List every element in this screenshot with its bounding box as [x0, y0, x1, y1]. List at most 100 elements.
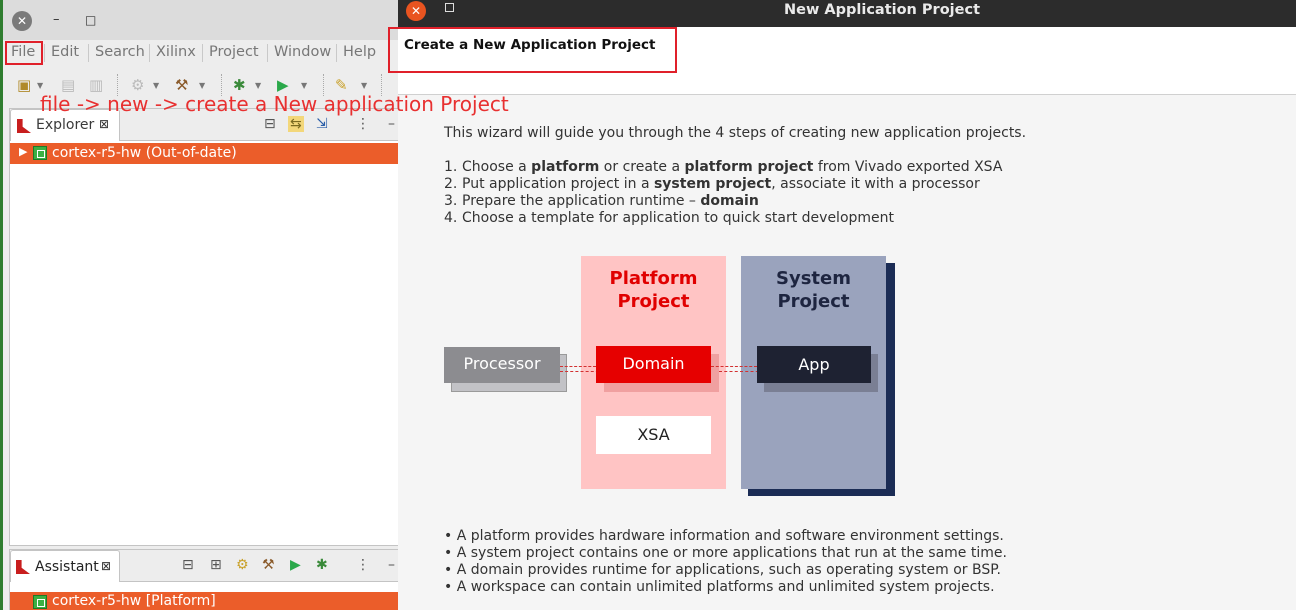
chevron-down-icon[interactable]: ▼: [199, 81, 205, 90]
chevron-down-icon[interactable]: ▼: [255, 81, 261, 90]
explorer-icon: [17, 119, 31, 133]
step-item: 3. Prepare the application runtime – doma…: [444, 193, 1002, 210]
step-number: 2.: [444, 176, 458, 192]
expand-all-icon[interactable]: ⊞: [210, 557, 222, 573]
menubar: File Edit Search Xilinx Project Window H…: [3, 40, 398, 66]
tree-item-label: cortex-r5-hw (Out-of-date): [52, 145, 237, 161]
connector-line: [560, 366, 596, 367]
bullet-item: • A domain provides runtime for applicat…: [444, 562, 1001, 578]
settings-gear-icon[interactable]: ⚙: [236, 557, 249, 573]
new-icon[interactable]: ▣: [17, 76, 31, 94]
minimize-view-icon[interactable]: –: [388, 557, 395, 573]
collapse-all-icon[interactable]: ⊟: [264, 116, 276, 132]
system-project-title-line: System: [776, 268, 851, 289]
step-number: 3.: [444, 193, 458, 209]
menu-search[interactable]: Search: [95, 44, 145, 60]
menu-separator: [149, 44, 150, 62]
platform-project-title-line: Platform: [609, 268, 698, 289]
tree-item-label: cortex-r5-hw [Platform]: [52, 593, 216, 609]
assistant-icon: [16, 560, 30, 574]
step-text: , associate it with a processor: [771, 176, 980, 192]
step-bold: domain: [700, 193, 759, 209]
step-number: 4.: [444, 210, 458, 226]
step-text: Prepare the application runtime –: [462, 193, 701, 209]
view-menu-icon[interactable]: ⋮: [356, 116, 370, 132]
assistant-panel: Assistant ⊠ ⊟ ⊞ ⚙ ⚒ ▶ ✱ ⋮ – cortex-r5-hw…: [9, 549, 401, 610]
ide-titlebar: ✕ – □: [3, 0, 398, 40]
chevron-down-icon[interactable]: ▼: [37, 81, 43, 90]
step-text: Put application project in a: [462, 176, 654, 192]
step-item: 2. Put application project in a system pr…: [444, 176, 1002, 193]
system-project-title: System Project: [741, 267, 886, 313]
import-icon[interactable]: ⇲: [316, 116, 328, 132]
explorer-tab-label: Explorer: [36, 117, 95, 133]
tree-item-cortex-r5-platform[interactable]: cortex-r5-hw [Platform]: [10, 592, 400, 610]
view-menu-icon[interactable]: ⋮: [356, 557, 370, 573]
collapse-all-icon[interactable]: ⊟: [182, 557, 194, 573]
processor-block: Processor: [444, 347, 560, 383]
menu-edit[interactable]: Edit: [51, 44, 79, 60]
maximize-icon[interactable]: □: [85, 12, 96, 28]
step-item: 1. Choose a platform or create a platform…: [444, 159, 1002, 176]
link-with-editor-icon[interactable]: ⇆: [288, 116, 304, 132]
hardware-platform-icon: [33, 146, 47, 160]
dialog-heading: Create a New Application Project: [404, 37, 656, 53]
hardware-platform-icon: [33, 595, 47, 609]
step-text: Choose a template for application to qui…: [462, 210, 895, 226]
menu-help[interactable]: Help: [343, 44, 376, 60]
dialog-header: Create a New Application Project: [388, 27, 1296, 95]
step-text: Choose a: [462, 159, 532, 175]
close-icon[interactable]: ✕: [12, 11, 32, 31]
tab-assistant[interactable]: Assistant ⊠: [10, 550, 120, 582]
screen: ✕ – □ File Edit Search Xilinx Project Wi…: [0, 0, 1296, 610]
system-project-title-line: Project: [777, 291, 850, 312]
app-block: App: [757, 346, 871, 383]
domain-block: Domain: [596, 346, 711, 383]
info-bullets: • A platform provides hardware informati…: [444, 528, 1007, 596]
menu-separator: [202, 44, 203, 62]
close-tab-icon[interactable]: ⊠: [101, 559, 111, 573]
dialog-title: New Application Project: [783, 2, 981, 18]
bullet-item: • A workspace can contain unlimited plat…: [444, 579, 995, 595]
annotation-text: file -> new -> create a New application …: [40, 92, 509, 116]
step-bold: platform project: [684, 159, 814, 175]
intro-text: This wizard will guide you through the 4…: [444, 125, 1027, 141]
bullet-item: • A system project contains one or more …: [444, 545, 1007, 561]
dialog-titlebar: ✕ New Application Project: [398, 0, 1296, 27]
menu-separator: [88, 44, 89, 62]
steps-list: 1. Choose a platform or create a platform…: [444, 159, 1002, 227]
platform-project-title: Platform Project: [581, 267, 726, 313]
step-bold: system project: [653, 176, 772, 192]
minimize-view-icon[interactable]: –: [388, 116, 395, 132]
step-item: 4. Choose a template for application to q…: [444, 210, 1002, 227]
bullet-item: • A platform provides hardware informati…: [444, 528, 1004, 544]
build-hammer-icon[interactable]: ⚒: [262, 557, 275, 573]
debug-bug-icon[interactable]: ✱: [316, 557, 328, 573]
platform-project-title-line: Project: [617, 291, 690, 312]
run-icon[interactable]: ▶: [290, 557, 301, 573]
menu-separator: [44, 44, 45, 62]
menu-xilinx[interactable]: Xilinx: [156, 44, 196, 60]
chevron-down-icon[interactable]: ▼: [153, 81, 159, 90]
step-text: or create a: [599, 159, 685, 175]
connector-line: [711, 366, 757, 367]
menu-separator: [267, 44, 268, 62]
chevron-down-icon[interactable]: ▼: [301, 81, 307, 90]
menu-project[interactable]: Project: [209, 44, 259, 60]
chevron-down-icon[interactable]: ▼: [361, 81, 367, 90]
minimize-icon[interactable]: –: [53, 12, 60, 28]
assistant-header: Assistant ⊠ ⊟ ⊞ ⚙ ⚒ ▶ ✱ ⋮ –: [10, 550, 400, 582]
menu-separator: [336, 44, 337, 62]
step-number: 1.: [444, 159, 458, 175]
menu-window[interactable]: Window: [274, 44, 331, 60]
tree-item-cortex-r5-hw[interactable]: ▶ cortex-r5-hw (Out-of-date): [10, 143, 400, 164]
assistant-tab-label: Assistant: [35, 559, 99, 575]
file-highlight-box: [5, 41, 43, 65]
expand-arrow-icon[interactable]: ▶: [19, 145, 27, 158]
new-application-project-dialog: ✕ New Application Project Create a New A…: [388, 0, 1296, 610]
step-bold: platform: [531, 159, 600, 175]
xsa-block: XSA: [596, 416, 711, 454]
close-tab-icon[interactable]: ⊠: [99, 117, 109, 131]
explorer-panel: Explorer ⊠ ⊟ ⇆ ⇲ ⋮ – ▶ cortex-r5-hw (Out…: [9, 108, 401, 546]
step-text: from Vivado exported XSA: [813, 159, 1003, 175]
